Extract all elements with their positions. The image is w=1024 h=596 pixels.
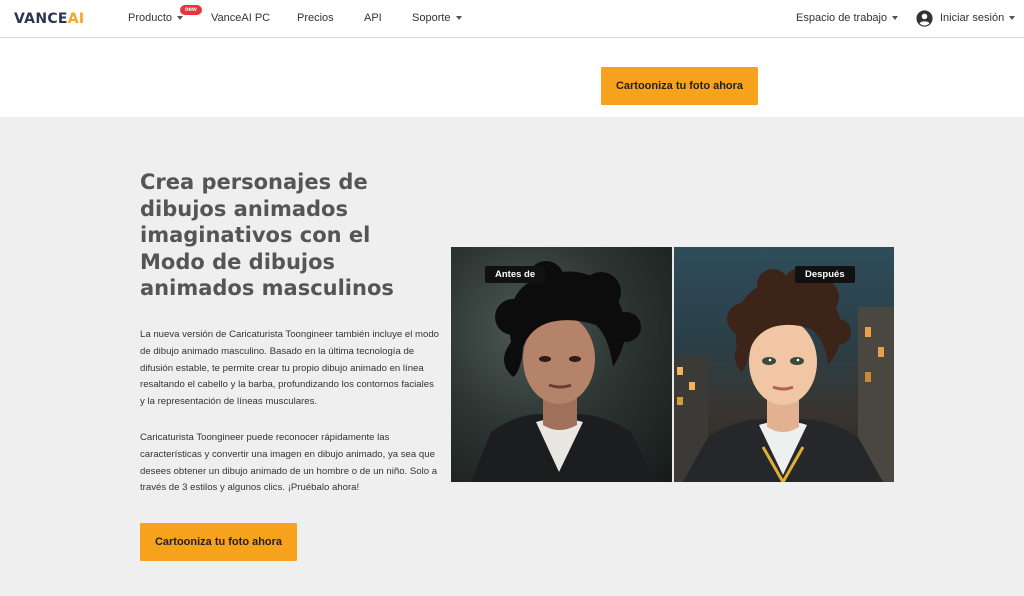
before-after-comparison: Antes de Después <box>451 247 894 482</box>
after-portrait-illustration <box>673 269 894 482</box>
new-badge: new <box>180 5 202 15</box>
nav-espacio-trabajo[interactable]: Espacio de trabajo <box>796 12 899 24</box>
nav-api[interactable]: API <box>364 12 382 24</box>
after-cartoon <box>673 247 894 482</box>
cartooniza-bottom-button[interactable]: Cartooniza tu foto ahora <box>140 523 297 561</box>
nav-producto[interactable]: Producto <box>128 12 184 24</box>
chevron-down-icon <box>177 16 184 21</box>
previous-section: Cartooniza tu foto ahora <box>0 38 1024 117</box>
comparison-divider[interactable] <box>672 247 674 482</box>
cartooniza-top-button[interactable]: Cartooniza tu foto ahora <box>601 67 758 105</box>
nav-soporte[interactable]: Soporte <box>412 12 462 24</box>
nav-iniciar-sesion[interactable]: Iniciar sesión <box>940 12 1016 24</box>
section-heading: Crea personajes de dibujos animados imag… <box>140 170 394 300</box>
vanceai-logo[interactable]: VANCEAI <box>14 11 84 27</box>
chevron-down-icon <box>455 16 462 21</box>
section-paragraph-1: La nueva versión de Caricaturista Toongi… <box>140 329 440 408</box>
top-navbar: VANCEAI Producto new VanceAI PC Precios … <box>0 0 1024 38</box>
before-portrait-illustration <box>471 261 656 482</box>
after-label: Después <box>795 266 855 283</box>
nav-vanceai-pc[interactable]: VanceAI PC <box>211 12 270 24</box>
before-photo <box>451 247 673 482</box>
chevron-down-icon <box>892 16 899 21</box>
nav-precios[interactable]: Precios <box>297 12 334 24</box>
section-paragraph-2: Caricaturista Toongineer puede reconocer… <box>140 432 438 494</box>
before-label: Antes de <box>485 266 546 283</box>
chevron-down-icon <box>1009 16 1016 21</box>
male-cartoon-mode-section: Crea personajes de dibujos animados imag… <box>0 117 1024 596</box>
user-account-icon[interactable] <box>916 10 933 27</box>
